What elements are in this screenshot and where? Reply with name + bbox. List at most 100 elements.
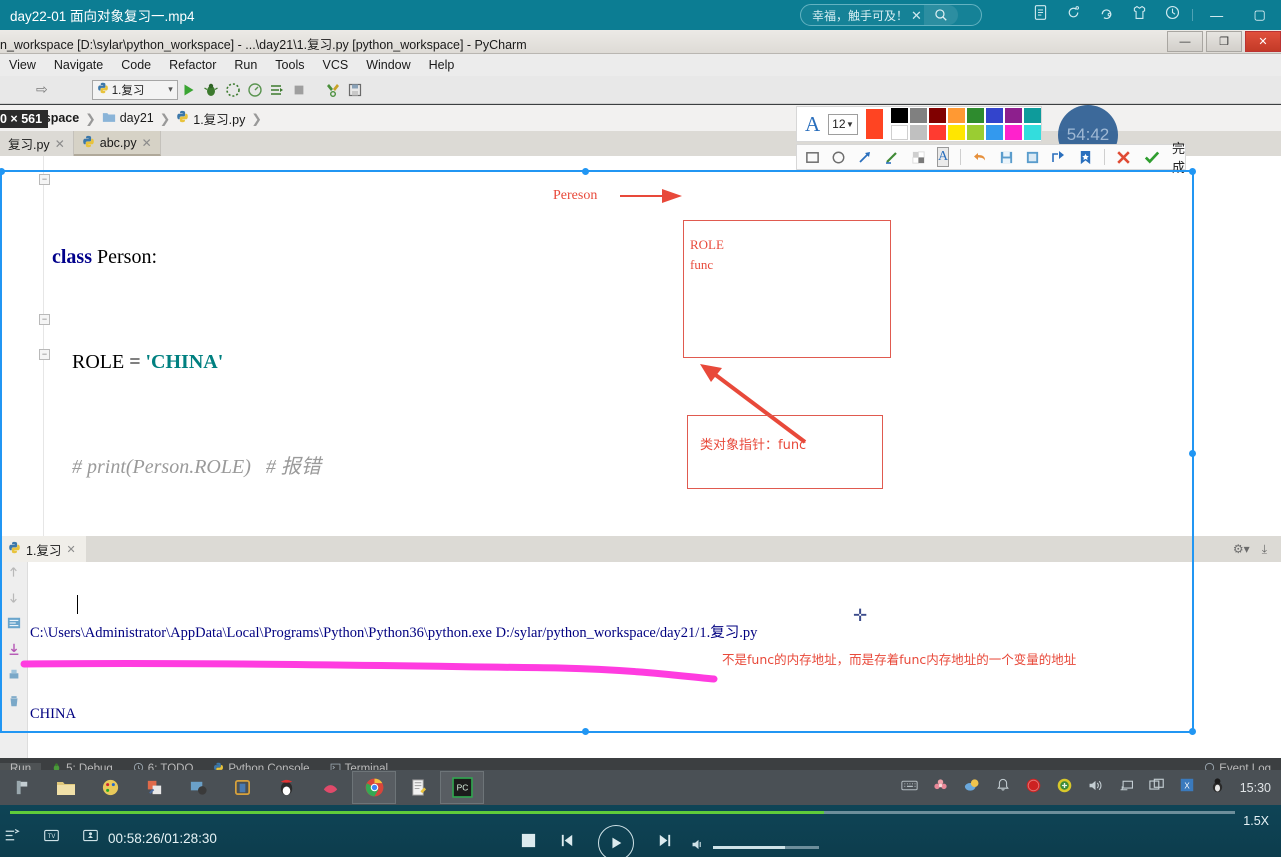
arrow-tool-icon[interactable] [857,147,873,167]
penguin-icon[interactable] [1209,777,1226,799]
color-swatch[interactable] [948,125,965,140]
seek-bar[interactable] [10,811,1235,814]
menu-refactor[interactable]: Refactor [160,58,225,72]
gear-icon[interactable]: ⚙▾ [1233,542,1250,556]
next-button[interactable] [656,832,673,854]
clear-all-icon[interactable] [7,694,21,713]
fold-marker-class[interactable]: − [39,174,50,185]
color-swatch[interactable] [1024,125,1041,140]
volume-icon[interactable] [690,837,707,857]
close-icon[interactable]: ✕ [55,137,65,151]
fold-marker-def[interactable]: − [39,314,50,325]
chevron-down-icon[interactable]: ▾ [168,84,173,95]
taskbar-item-explorer[interactable] [44,771,88,804]
text-A-icon[interactable]: A [805,112,820,137]
menu-tools[interactable]: Tools [266,58,313,72]
color-swatch[interactable] [910,125,927,140]
color-swatch[interactable] [1005,108,1022,123]
undo-tool-icon[interactable] [972,147,988,167]
editor-gutter[interactable]: − − − [0,156,50,536]
volume-icon[interactable] [1087,778,1104,798]
minimize-panel-icon[interactable]: ⤓ [1262,542,1267,557]
previous-button[interactable] [559,832,576,854]
volume-slider[interactable] [713,845,819,849]
fold-marker-body[interactable]: − [39,349,50,360]
menu-vcs[interactable]: VCS [313,58,357,72]
taskbar-clock[interactable]: 15:30 [1240,781,1271,795]
search-icon[interactable] [923,5,958,25]
taskbar-item-pin[interactable] [0,771,44,804]
run-icon[interactable] [178,79,200,101]
taskbar-item-qq[interactable] [264,771,308,804]
run-tab-fuxi[interactable]: 1.复习 ✕ [0,536,86,562]
save-tool-icon[interactable] [999,147,1014,167]
stop-icon[interactable] [288,79,310,101]
search-input[interactable]: 幸福，触手可及！ [812,7,908,24]
note-icon[interactable] [1032,4,1049,26]
print-icon[interactable] [7,668,21,687]
current-color-swatch[interactable] [865,109,883,139]
taskbar-item-palette[interactable] [88,771,132,804]
chevron-down-icon[interactable]: ▼ [846,120,854,129]
rect-tool-icon[interactable] [805,147,820,167]
color-swatch[interactable] [986,108,1003,123]
color-swatch[interactable] [891,125,908,140]
color-swatch[interactable] [1005,125,1022,140]
playback-speed[interactable]: 1.5X [1243,814,1269,828]
forward-arrow-icon[interactable]: ⇨ [36,81,48,98]
playlist-icon[interactable] [4,827,21,849]
network-icon[interactable] [1118,778,1135,798]
taskbar-item-chrome[interactable] [352,771,396,804]
taskbar-item-pycharm[interactable]: PC [440,771,484,804]
close-icon[interactable]: ✕ [142,136,152,150]
taskbar-item-box[interactable] [220,771,264,804]
share-tool-icon[interactable] [1051,147,1067,167]
color-swatch[interactable] [929,108,946,123]
settings-wrench-icon[interactable] [322,79,344,101]
rerun-down-icon[interactable] [7,591,20,609]
rerun-up-icon[interactable] [7,566,20,584]
font-size-selector[interactable]: 12 ▼ [828,113,858,135]
shirt-icon[interactable] [1131,4,1148,26]
code-editor[interactable]: − − − class Person: ROLE = 'CHINA' # pri… [0,156,1281,793]
copy-tool-icon[interactable] [1025,147,1040,167]
cast-icon[interactable] [82,827,99,849]
cloud-icon[interactable] [963,777,981,798]
run-configuration-selector[interactable]: 1.复习 ▾ [91,79,178,100]
menu-window[interactable]: Window [357,58,419,72]
menu-view[interactable]: View [0,58,45,72]
run-with-console-icon[interactable] [266,79,288,101]
taskbar-item-app[interactable] [176,771,220,804]
cancel-tool-icon[interactable] [1115,147,1132,167]
bell-icon[interactable] [995,777,1011,798]
debug-icon[interactable] [200,79,222,101]
search-box[interactable]: 幸福，触手可及！ ✕ [800,4,982,26]
coverage-icon[interactable] [222,79,244,101]
color-swatch[interactable] [910,108,927,123]
pycharm-minimize-button[interactable]: — [1167,31,1203,52]
text-tool-icon[interactable]: A [937,147,950,167]
history-icon[interactable] [1164,4,1181,26]
volume-control[interactable] [690,837,819,857]
excel-icon[interactable]: X [1179,777,1195,798]
close-icon[interactable]: ✕ [66,543,75,556]
color-swatch[interactable] [891,108,908,123]
pin-tool-icon[interactable] [1078,147,1093,167]
window-icon[interactable] [1149,778,1165,798]
profile-icon[interactable] [244,79,266,101]
color-swatch[interactable] [967,108,984,123]
color-swatch[interactable] [929,125,946,140]
taskbar-item-app2[interactable] [308,771,352,804]
editor-tab-fuxi[interactable]: 复习.py ✕ [0,131,74,156]
shield-icon[interactable] [1056,777,1073,799]
tv-icon[interactable]: TV [43,827,60,849]
menu-run[interactable]: Run [225,58,266,72]
editor-tab-abc[interactable]: abc.py ✕ [73,131,161,156]
color-swatch[interactable] [948,108,965,123]
confirm-tool-icon[interactable] [1143,147,1161,167]
pycharm-restore-button[interactable]: ❐ [1206,31,1242,52]
minimize-button[interactable]: — [1210,8,1223,23]
stop-button[interactable] [520,832,537,854]
color-swatch[interactable] [967,125,984,140]
done-button-label[interactable]: 完成 [1172,138,1185,176]
